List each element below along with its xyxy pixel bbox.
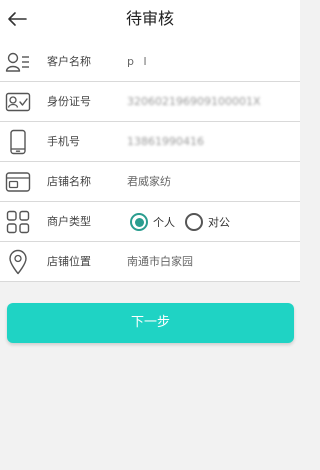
- app-header: 待审核: [0, 0, 300, 42]
- radio-individual[interactable]: 个人: [130, 213, 175, 231]
- radio-corporate[interactable]: 对公: [185, 213, 230, 231]
- radio-individual-label: 个人: [153, 216, 175, 229]
- radio-corporate-label: 对公: [208, 216, 230, 229]
- merchant-name-value[interactable]: p l: [127, 42, 150, 82]
- radio-unselected-icon: [185, 213, 203, 231]
- id-number-label: 身份证号: [47, 95, 91, 108]
- arrow-left-icon: [8, 12, 27, 26]
- merchant-type-radio-group: 个人 对公: [130, 202, 240, 242]
- page-title: 待审核: [125, 9, 174, 28]
- id-number-value[interactable]: 320602196909100001X: [127, 82, 261, 122]
- store-name-value[interactable]: 君威家纺: [127, 162, 171, 202]
- store-name-label: 店铺名称: [47, 175, 91, 188]
- merchant-name-row[interactable]: 客户名称 p l: [0, 42, 300, 82]
- radio-selected-icon: [130, 213, 148, 231]
- phone-label: 手机号: [47, 135, 80, 148]
- phone-value[interactable]: 13861990416: [127, 122, 204, 162]
- store-location-row[interactable]: 店铺位置 南通市白家园: [0, 242, 300, 282]
- grid-icon: [4, 208, 32, 236]
- merchant-name-label: 客户名称: [47, 55, 91, 68]
- id-number-row[interactable]: 身份证号 320602196909100001X: [0, 82, 300, 122]
- mobile-phone-icon: [4, 128, 32, 156]
- next-step-button[interactable]: 下一步: [7, 303, 294, 343]
- merchant-type-row: 商户类型 个人 对公: [0, 202, 300, 242]
- store-location-value[interactable]: 南通市白家园: [127, 242, 193, 282]
- back-button[interactable]: [0, 0, 34, 38]
- id-card-icon: [4, 88, 32, 116]
- user-list-icon: [4, 48, 32, 76]
- merchant-form: 客户名称 p l 身份证号 320602196909100001X 手机号 13…: [0, 42, 300, 282]
- store-name-row[interactable]: 店铺名称 君威家纺: [0, 162, 300, 202]
- storefront-card-icon: [4, 168, 32, 196]
- store-location-label: 店铺位置: [47, 255, 91, 268]
- phone-row[interactable]: 手机号 13861990416: [0, 122, 300, 162]
- merchant-type-label: 商户类型: [47, 215, 91, 228]
- location-pin-icon: [4, 248, 32, 276]
